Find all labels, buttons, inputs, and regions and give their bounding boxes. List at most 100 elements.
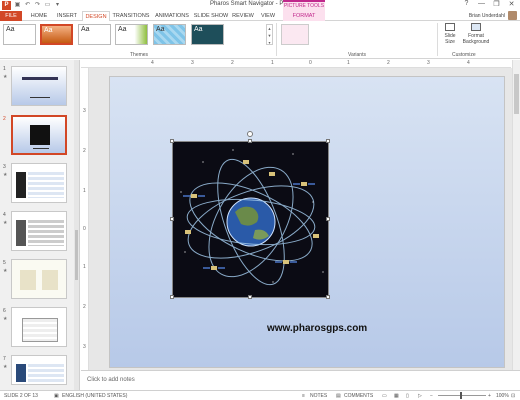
spellcheck-icon[interactable]: ▣: [54, 393, 59, 399]
resize-handle[interactable]: [248, 295, 252, 299]
comments-icon[interactable]: ▤: [336, 393, 341, 399]
themes-scroll[interactable]: ▲ ▼ ▾: [266, 24, 273, 45]
current-slide[interactable]: www.pharosgps.com: [109, 76, 505, 368]
slide-thumbnails-pane: 1 ★ 2 3 ★ 4 ★ 5 ★ 6 ★ 7 ★: [0, 60, 80, 390]
slide-counter: SLIDE 2 OF 13: [4, 393, 38, 399]
slide-number: 3: [3, 164, 6, 170]
slide-thumbnail-1[interactable]: [11, 66, 67, 106]
ruler-tick: 4: [151, 60, 154, 66]
tab-home[interactable]: HOME: [26, 11, 52, 21]
ruler-tick: 0: [83, 226, 86, 232]
slide-number: 6: [3, 308, 6, 314]
thumb-line: [33, 148, 49, 149]
theme-facet[interactable]: Aa: [78, 24, 111, 45]
slide-thumbnail-6[interactable]: [11, 307, 67, 347]
tab-slide-show[interactable]: SLIDE SHOW: [193, 11, 229, 21]
resize-handle[interactable]: [326, 295, 330, 299]
format-background-button[interactable]: Format Background: [462, 23, 490, 45]
animation-star-icon: ★: [3, 220, 8, 226]
user-account[interactable]: Brian Underdahl: [469, 11, 517, 20]
resize-handle[interactable]: [248, 139, 252, 143]
tab-animations[interactable]: ANIMATIONS: [152, 11, 192, 21]
ruler-tick: 2: [83, 304, 86, 310]
thumb-image: [16, 220, 26, 246]
zoom-out-icon[interactable]: −: [430, 393, 433, 399]
ribbon: Aa Aa Aa Aa Aa Aa ▲ ▼ ▾ Themes Variants Sl…: [0, 21, 520, 59]
language-status[interactable]: ENGLISH (UNITED STATES): [62, 393, 127, 399]
format-background-label: Format Background: [462, 33, 490, 45]
divider: [437, 23, 438, 56]
ruler-tick: 3: [191, 60, 194, 66]
ruler-tick: 1: [271, 60, 274, 66]
resize-handle[interactable]: [326, 139, 330, 143]
resize-handle[interactable]: [170, 295, 174, 299]
comments-button[interactable]: COMMENTS: [344, 393, 373, 399]
thumb-image: [20, 270, 36, 290]
slideshow-icon[interactable]: ▷: [418, 393, 422, 399]
editor-scrollbar[interactable]: [512, 60, 520, 370]
animation-star-icon: ★: [3, 364, 8, 370]
slide-thumbnail-3[interactable]: [11, 163, 67, 203]
rotate-handle[interactable]: [247, 131, 253, 137]
resize-handle[interactable]: [326, 217, 330, 221]
notes-button[interactable]: NOTES: [310, 393, 327, 399]
resize-handle[interactable]: [170, 139, 174, 143]
resize-handle[interactable]: [170, 217, 174, 221]
tab-format[interactable]: FORMAT: [283, 11, 325, 21]
notes-icon[interactable]: ≡: [302, 393, 305, 399]
ribbon-tabs: FILE HOME INSERT DESIGN TRANSITIONS ANIM…: [0, 11, 520, 22]
close-icon[interactable]: ✕: [507, 0, 516, 8]
zoom-level[interactable]: 100%: [496, 393, 509, 399]
slide-thumbnail-4[interactable]: [11, 211, 67, 251]
slide-thumbnail-5[interactable]: [11, 259, 67, 299]
slide-number: 4: [3, 212, 6, 218]
thumbnail-scrollbar[interactable]: [74, 60, 79, 390]
status-bar: SLIDE 2 OF 13 ▣ ENGLISH (UNITED STATES) …: [0, 390, 520, 400]
variant-1[interactable]: [281, 24, 309, 45]
slide-editor: www.pharosgps.com: [89, 68, 512, 370]
format-background-icon: [471, 23, 481, 31]
satellite-picture[interactable]: [172, 141, 329, 298]
ruler-tick: 4: [467, 60, 470, 66]
thumb-text: [28, 220, 64, 246]
animation-star-icon: ★: [3, 268, 8, 274]
reading-view-icon[interactable]: ▯: [406, 393, 409, 399]
minimize-icon[interactable]: —: [477, 0, 486, 8]
zoom-in-icon[interactable]: +: [488, 393, 491, 399]
scroll-thumb[interactable]: [514, 74, 519, 114]
slide-thumbnail-7[interactable]: [11, 355, 67, 385]
horizontal-ruler: 4 3 2 1 0 1 2 3 4: [81, 60, 511, 68]
theme-dark-teal[interactable]: Aa: [191, 24, 224, 45]
tab-review[interactable]: REVIEW: [230, 11, 256, 21]
animation-star-icon: ★: [3, 316, 8, 322]
theme-green[interactable]: Aa: [115, 24, 148, 45]
notes-pane[interactable]: Click to add notes: [81, 370, 520, 390]
help-icon[interactable]: ?: [462, 0, 471, 8]
ruler-tick: 0: [309, 60, 312, 66]
zoom-slider-thumb[interactable]: [460, 392, 462, 399]
slide-sorter-icon[interactable]: ▦: [394, 393, 399, 399]
notes-placeholder: Click to add notes: [87, 377, 135, 383]
zoom-slider[interactable]: [438, 395, 486, 396]
ruler-tick: 1: [83, 264, 86, 270]
thumb-image: [16, 364, 26, 382]
website-url-text[interactable]: www.pharosgps.com: [267, 323, 367, 334]
theme-selected[interactable]: Aa: [40, 24, 73, 45]
fit-slide-icon[interactable]: ⊡: [511, 393, 515, 399]
theme-office[interactable]: Aa: [3, 24, 36, 45]
theme-blue-pattern[interactable]: Aa: [153, 24, 186, 45]
user-name: Brian Underdahl: [468, 12, 505, 19]
gps-satellites-image: [180, 149, 324, 286]
restore-icon[interactable]: ❐: [492, 0, 501, 8]
tab-file[interactable]: FILE: [0, 11, 22, 21]
picture-tools-label: PICTURE TOOLS: [283, 0, 325, 11]
tab-transitions[interactable]: TRANSITIONS: [111, 11, 151, 21]
tab-insert[interactable]: INSERT: [53, 11, 81, 21]
slide-size-button[interactable]: Slide Size: [440, 23, 460, 45]
tab-view[interactable]: VIEW: [257, 11, 279, 21]
window-controls: ? — ❐ ✕: [462, 0, 520, 8]
slide-thumbnail-2[interactable]: [11, 115, 67, 155]
scroll-thumb[interactable]: [75, 230, 78, 280]
normal-view-icon[interactable]: ▭: [382, 393, 387, 399]
avatar: [508, 11, 517, 20]
